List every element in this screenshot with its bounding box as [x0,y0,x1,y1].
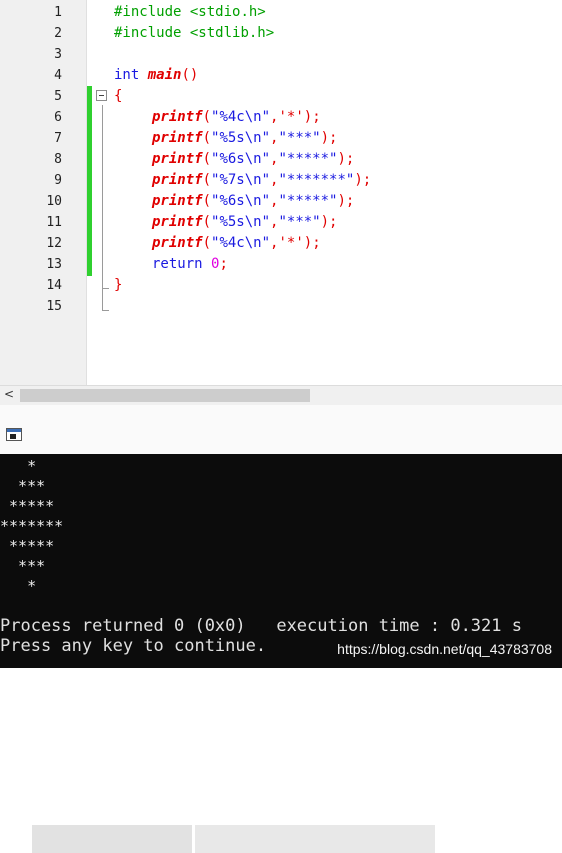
function-call: printf [152,130,203,146]
fold-toggle-icon[interactable] [96,90,107,101]
paren: ); [337,193,355,209]
function-call: printf [152,235,203,251]
paren: ); [320,214,338,230]
paren: ( [202,151,212,167]
output-line: ***** [0,497,55,515]
format-string: "%5s\n" [211,130,271,146]
code-line-1: #include <stdio.h> [114,2,266,23]
code-line-11: printf("%5s\n","***"); [152,212,337,233]
code-line-8: printf("%6s\n","*****"); [152,149,354,170]
scroll-left-arrow-icon[interactable]: < [4,387,14,401]
code-line-12: printf("%4c\n",'*'); [152,233,321,254]
paren: ); [337,151,355,167]
paren: ( [202,130,212,146]
function-call: printf [152,151,203,167]
code-editor[interactable]: 1 2 3 4 5 6 7 8 9 10 11 12 13 14 15 #inc… [0,0,562,385]
line-number: 9 [54,173,62,188]
include-header: <stdio.h> [189,4,266,20]
press-any-key-line: Press any key to continue. [0,636,267,656]
process-returned-line: Process returned 0 (0x0) execution time … [0,616,522,636]
format-string: "%7s\n" [211,172,271,188]
return-keyword: return [152,256,203,272]
code-line-4: int main() [114,65,198,86]
console-output: * *** ***** ******* ***** *** * Process … [0,454,562,668]
paren: ); [354,172,372,188]
string-literal: "*******" [278,172,355,188]
output-line: ******* [0,517,64,535]
line-number: 12 [46,236,62,251]
char-literal: '*' [278,109,304,125]
blurred-region [32,825,192,853]
format-string: "%5s\n" [211,214,271,230]
close-brace: } [114,277,123,293]
format-string: "%4c\n" [211,235,271,251]
paren: ( [202,109,212,125]
fold-guide-end [102,288,109,289]
output-line: ***** [0,537,55,555]
open-brace: { [114,88,123,104]
paren: ( [202,214,212,230]
blurred-region [195,825,435,853]
code-line-7: printf("%5s\n","***"); [152,128,337,149]
paren: ( [202,172,212,188]
paren: ( [202,193,212,209]
console-window-titlebar [0,405,562,853]
paren: ); [320,130,338,146]
line-number-gutter: 1 2 3 4 5 6 7 8 9 10 11 12 13 14 15 [0,0,87,385]
function-name: main [147,67,182,83]
fold-guide-end [102,310,109,311]
type-keyword: int [114,67,140,83]
code-line-14: } [114,275,122,296]
paren: ); [303,109,321,125]
code-line-5: { [114,86,122,107]
include-header: <stdlib.h> [189,25,275,41]
line-number: 15 [46,299,62,314]
function-call: printf [152,109,203,125]
function-call: printf [152,193,203,209]
format-string: "%4c\n" [211,109,271,125]
string-literal: "*****" [278,193,338,209]
char-literal: '*' [278,235,304,251]
code-line-9: printf("%7s\n","*******"); [152,170,371,191]
fold-guide-line [102,105,103,310]
line-number: 4 [54,68,62,83]
line-number: 2 [54,26,62,41]
line-number: 3 [54,47,62,62]
semicolon: ; [219,256,228,272]
line-number: 6 [54,110,62,125]
output-line: * [0,457,37,475]
string-literal: "*****" [278,151,338,167]
line-number: 13 [46,257,62,272]
string-literal: "***" [278,130,321,146]
output-line: *** [0,477,46,495]
line-number: 1 [54,5,62,20]
horizontal-scrollbar[interactable]: < [0,385,562,405]
preprocessor-directive: #include [114,4,182,20]
function-call: printf [152,172,203,188]
paren: ); [303,235,321,251]
code-line-10: printf("%6s\n","*****"); [152,191,354,212]
function-call: printf [152,214,203,230]
parens: () [181,67,199,83]
code-line-2: #include <stdlib.h> [114,23,274,44]
modified-lines-marker [87,86,92,276]
string-literal: "***" [278,214,321,230]
line-number: 8 [54,152,62,167]
line-number: 14 [46,278,62,293]
paren: ( [202,235,212,251]
code-line-13: return 0; [152,254,228,275]
format-string: "%6s\n" [211,151,271,167]
preprocessor-directive: #include [114,25,182,41]
line-number: 7 [54,131,62,146]
line-number: 11 [46,215,62,230]
scrollbar-thumb[interactable] [20,389,310,402]
line-number: 5 [54,89,62,104]
format-string: "%6s\n" [211,193,271,209]
console-app-icon [6,428,22,441]
output-line: * [0,577,37,595]
code-line-6: printf("%4c\n",'*'); [152,107,321,128]
output-line: *** [0,557,46,575]
line-number: 10 [46,194,62,209]
watermark: https://blog.csdn.net/qq_43783708 [337,641,552,657]
